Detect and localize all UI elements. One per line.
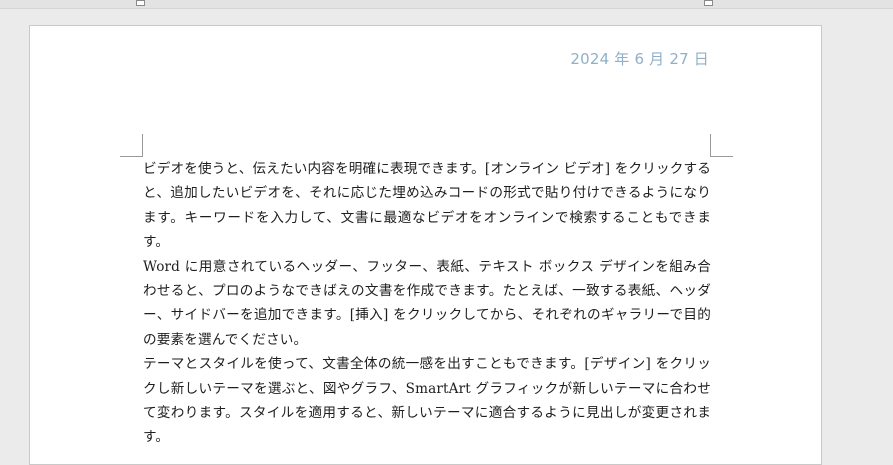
margin-corner-top-right [710, 134, 733, 157]
date-text[interactable]: 2024 年 6 月 27 日 [570, 48, 709, 69]
margin-corner-top-left [120, 134, 143, 157]
paragraph-theme-style[interactable]: テーマとスタイルを使って、文書全体の統一感を出すこともできます。[デザイン] を… [143, 352, 711, 450]
paragraph-video[interactable]: ビデオを使うと、伝えたい内容を明確に表現できます。[オンライン ビデオ] をクリ… [143, 157, 711, 255]
body-text-area[interactable]: ビデオを使うと、伝えたい内容を明確に表現できます。[オンライン ビデオ] をクリ… [143, 157, 711, 450]
horizontal-ruler[interactable] [0, 0, 893, 9]
right-indent-marker[interactable] [704, 0, 713, 6]
paragraph-word-design[interactable]: Word に用意されているヘッダー、フッター、表紙、テキスト ボックス デザイン… [143, 255, 711, 353]
document-page[interactable]: 2024 年 6 月 27 日 ビデオを使うと、伝えたい内容を明確に表現できます… [29, 25, 822, 465]
left-indent-marker[interactable] [136, 0, 145, 6]
